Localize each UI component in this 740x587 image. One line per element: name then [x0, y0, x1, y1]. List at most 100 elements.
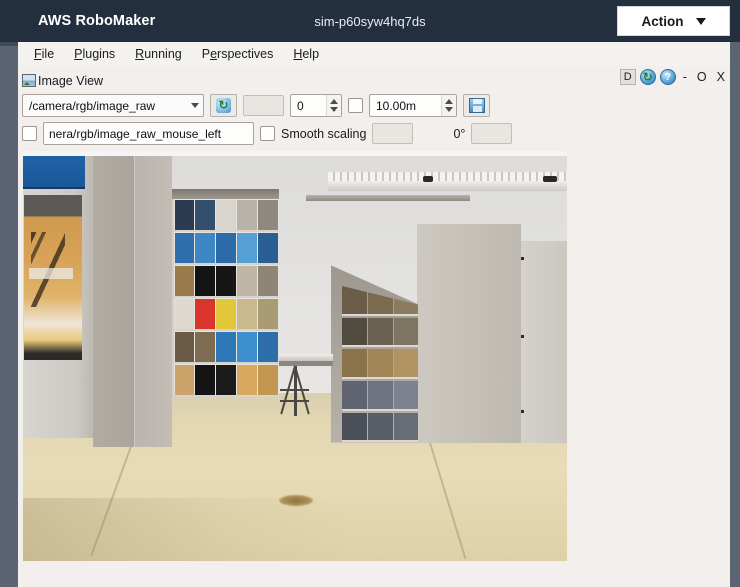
- refresh-icon: ↻: [216, 98, 231, 113]
- shelf-unit-top: [171, 189, 279, 200]
- stepper-down-icon: [445, 107, 453, 112]
- angled-shelf-row: [341, 412, 419, 443]
- angled-shelf-row: [341, 381, 419, 411]
- menu-mnemonic: e: [210, 47, 218, 61]
- menu-item-plugins[interactable]: Plugins: [66, 44, 123, 64]
- max-range-value: 10.00m: [376, 98, 417, 113]
- minimize-button[interactable]: -: [680, 69, 690, 85]
- shelf-box: [195, 200, 216, 231]
- shelf-box: [216, 200, 236, 231]
- queue-size-steppers[interactable]: [326, 95, 341, 116]
- chevron-down-icon: [191, 103, 199, 108]
- angled-shelf-box: [341, 412, 367, 441]
- rotation-field[interactable]: [471, 123, 513, 144]
- angled-shelf-box: [393, 349, 419, 378]
- smooth-scaling-label: Smooth scaling: [281, 126, 367, 141]
- help-icon[interactable]: ?: [659, 69, 676, 85]
- detach-button[interactable]: D: [619, 69, 636, 85]
- wall-stud: [521, 257, 525, 261]
- shelf-row: [173, 331, 279, 365]
- shelf-box: [174, 233, 195, 264]
- menu-item-help[interactable]: Help: [285, 44, 327, 64]
- tripod-stand: [280, 365, 311, 417]
- maximize-button[interactable]: O: [694, 69, 710, 85]
- angled-shelf-box: [367, 412, 393, 441]
- save-image-button[interactable]: [463, 94, 490, 117]
- topic-select[interactable]: /camera/rgb/image_raw: [22, 94, 204, 117]
- smooth-scaling-checkbox[interactable]: [260, 126, 275, 141]
- tripod-leg: [294, 365, 297, 417]
- brand-title: AWS RoboMaker: [38, 13, 156, 29]
- action-button-label: Action: [641, 13, 684, 29]
- camera-image-stream[interactable]: [22, 150, 568, 562]
- shelf-box: [174, 266, 195, 297]
- action-button[interactable]: Action: [617, 6, 730, 36]
- mouse-topic-input[interactable]: nera/rgb/image_raw_mouse_left: [43, 122, 254, 145]
- poster-blue: [22, 156, 85, 190]
- angled-shelf-box: [393, 412, 419, 441]
- stepper-down-icon: [330, 107, 338, 112]
- menu-mnemonic: H: [293, 47, 303, 61]
- shelf-box: [195, 233, 216, 264]
- image-view-panel: Image View D ? - O X /camera/rgb/image_r…: [18, 66, 730, 587]
- shelf-box: [195, 365, 216, 396]
- angled-shelf-box: [367, 317, 393, 346]
- angled-shelf-box: [393, 381, 419, 409]
- window-right-border: [730, 42, 740, 587]
- angled-shelf-row: [341, 317, 419, 348]
- shelf-row: [173, 364, 279, 398]
- pillar-edge: [133, 150, 135, 447]
- max-range-spinbox[interactable]: 10.00m: [369, 94, 457, 117]
- poster-orange: [24, 195, 82, 361]
- shelf-box: [195, 332, 216, 363]
- shelf-box: [236, 266, 257, 297]
- close-button[interactable]: X: [714, 69, 728, 85]
- simulated-scene: [22, 150, 568, 562]
- angled-shelf-box: [341, 381, 367, 409]
- topic-select-value: /camera/rgb/image_raw: [29, 98, 156, 113]
- shelf-row: [173, 265, 279, 299]
- max-range-steppers[interactable]: [441, 95, 456, 116]
- image-toolbar-row-1: /camera/rgb/image_raw ↻ 0 10.00m: [22, 94, 490, 117]
- rotation-label: 0°: [453, 126, 466, 141]
- window-left-border: [0, 42, 18, 587]
- refresh-topics-button[interactable]: ↻: [210, 94, 237, 117]
- menu-item-running[interactable]: Running: [127, 44, 190, 64]
- shelf-box: [257, 299, 278, 330]
- queue-size-spinbox[interactable]: 0: [290, 94, 342, 117]
- menu-item-perspectives[interactable]: Perspectives: [194, 44, 282, 64]
- rqt-window: File Plugins Running Perspectives Help I…: [0, 42, 740, 587]
- angled-shelf-box: [367, 349, 393, 378]
- dynamic-range-checkbox[interactable]: [348, 98, 363, 113]
- shelf-box: [174, 365, 195, 396]
- ceiling-fixture: [422, 175, 433, 182]
- menu-item-file[interactable]: File: [26, 44, 62, 64]
- angled-shelf-box: [393, 317, 419, 346]
- save-image-icon: [468, 98, 485, 113]
- wall-stud: [521, 335, 525, 339]
- stepper-up-icon: [330, 99, 338, 104]
- refresh-icon[interactable]: [639, 69, 656, 85]
- wall-stud: [521, 409, 525, 413]
- tripod-brace: [280, 400, 309, 403]
- ceiling-beam-secondary: [305, 195, 470, 202]
- publish-mouse-clicks-checkbox[interactable]: [22, 126, 37, 141]
- shelf-box: [236, 365, 257, 396]
- shelf-box: [257, 233, 278, 264]
- shelf-box: [216, 233, 236, 264]
- caret-down-icon: [695, 17, 706, 25]
- ceiling-fixture: [543, 176, 558, 183]
- menu-mnemonic: R: [135, 47, 145, 61]
- menu-mnemonic: P: [74, 47, 83, 61]
- shelf-row: [173, 232, 279, 266]
- shelf-box: [257, 332, 278, 363]
- image-toolbar-row-2: nera/rgb/image_raw_mouse_left Smooth sca…: [22, 122, 513, 145]
- transport-hint-field[interactable]: [243, 95, 284, 116]
- shelf-box: [195, 299, 216, 330]
- queue-size-value: 0: [297, 98, 304, 113]
- far-wall: [518, 240, 568, 443]
- angled-shelf-row: [341, 349, 419, 380]
- zoom-field[interactable]: [372, 123, 414, 144]
- right-wall-panel: [417, 224, 522, 443]
- angled-shelf-box: [367, 381, 393, 409]
